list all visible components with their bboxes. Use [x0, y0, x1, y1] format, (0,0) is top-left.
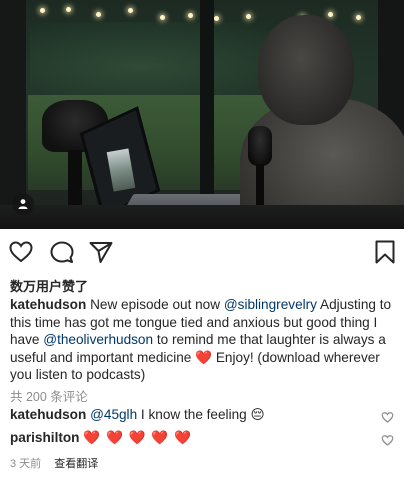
lamp-stand — [68, 150, 82, 210]
bookmark-icon[interactable] — [372, 239, 398, 265]
comment-heart-icon[interactable] — [381, 411, 394, 424]
comment-bubble-icon[interactable] — [49, 239, 75, 265]
caption-mention[interactable]: @siblingrevelry — [224, 297, 317, 312]
likes-count[interactable]: 数万用户赞了 — [10, 276, 88, 295]
paper-plane-icon[interactable] — [88, 239, 114, 265]
post-footer: 3 天前 查看翻译 — [10, 455, 98, 471]
table — [0, 205, 404, 229]
comment-heart-icon[interactable] — [381, 434, 394, 447]
comment-text: I know the feeling — [140, 407, 247, 422]
post-timestamp: 3 天前 — [10, 458, 42, 470]
action-bar — [0, 233, 404, 273]
person-head — [258, 15, 354, 125]
caption-text: New episode out now — [90, 297, 221, 312]
microphone-stand — [256, 164, 264, 210]
heart-outline-icon[interactable] — [8, 239, 34, 265]
comment-item: katehudson @45glh I know the feeling 😔 — [10, 406, 380, 424]
caption-mention[interactable]: @theoliverhudson — [43, 332, 153, 347]
see-translation-link[interactable]: 查看翻译 — [54, 458, 98, 470]
post-photo[interactable] — [0, 0, 404, 229]
comment-username[interactable]: parishilton — [10, 430, 79, 445]
view-all-comments-link[interactable]: 共 200 条评论 — [10, 386, 88, 405]
comment-username[interactable]: katehudson — [10, 407, 86, 422]
window-mullion — [200, 0, 214, 210]
post-caption: katehudson New episode out now @siblingr… — [10, 296, 396, 384]
comment-mention[interactable]: @45glh — [90, 407, 137, 422]
microphone — [248, 126, 272, 166]
comment-text: ❤️ ❤️ ❤️ ❤️ ❤️ — [83, 430, 193, 445]
comment-item: parishilton ❤️ ❤️ ❤️ ❤️ ❤️ — [10, 429, 380, 447]
heart-emoji: ❤️ — [195, 349, 213, 365]
person-tag-icon[interactable] — [12, 193, 34, 215]
caption-username[interactable]: katehudson — [10, 297, 86, 312]
pensive-face-emoji: 😔 — [250, 407, 265, 422]
